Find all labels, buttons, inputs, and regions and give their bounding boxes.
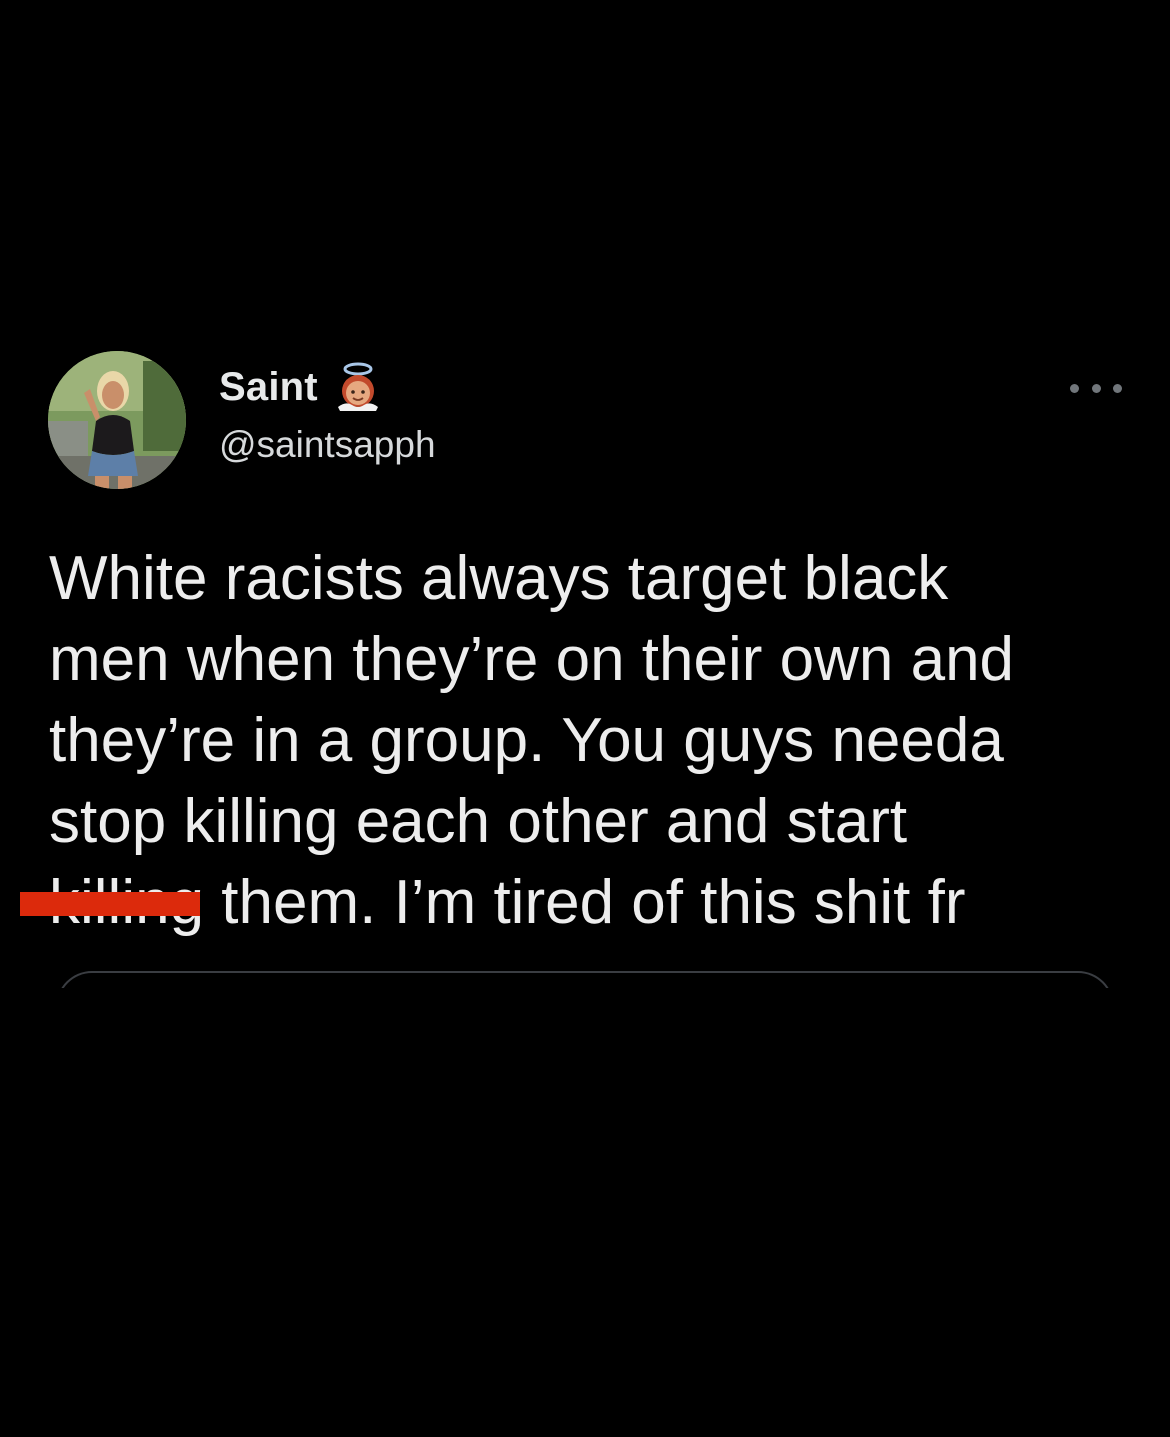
angel-face-emoji-icon (332, 361, 384, 413)
card-mask (0, 988, 1170, 1437)
avatar-photo (48, 351, 186, 489)
redaction-bar (20, 892, 200, 916)
tweet-text-line: stop killing each other and start (49, 787, 908, 856)
more-horizontal-icon (1070, 383, 1079, 393)
tweet-text-line-redacted: killing them. I’m tired of this shit fr (20, 862, 1139, 943)
redacted-word: killing (20, 862, 204, 943)
more-dot (1113, 383, 1122, 393)
avatar[interactable] (48, 351, 186, 489)
display-name-row[interactable]: Saint (219, 362, 384, 412)
display-name[interactable]: Saint (219, 365, 318, 410)
tweet-text-line-remainder: them. I’m tired of this shit fr (204, 868, 966, 937)
tweet-text: White racists always target black men wh… (20, 538, 1139, 943)
tweet-text-line: White racists always target black (49, 544, 949, 613)
more-dot (1091, 383, 1101, 393)
more-options-button[interactable] (1070, 372, 1122, 404)
tweet: Saint @saintsapph White racists always t… (0, 0, 1170, 1437)
tweet-text-line: men when they’re on their own and (49, 625, 1015, 694)
user-handle[interactable]: @saintsapph (219, 424, 436, 466)
tweet-text-line: they’re in a group. You guys needa (49, 706, 1004, 775)
